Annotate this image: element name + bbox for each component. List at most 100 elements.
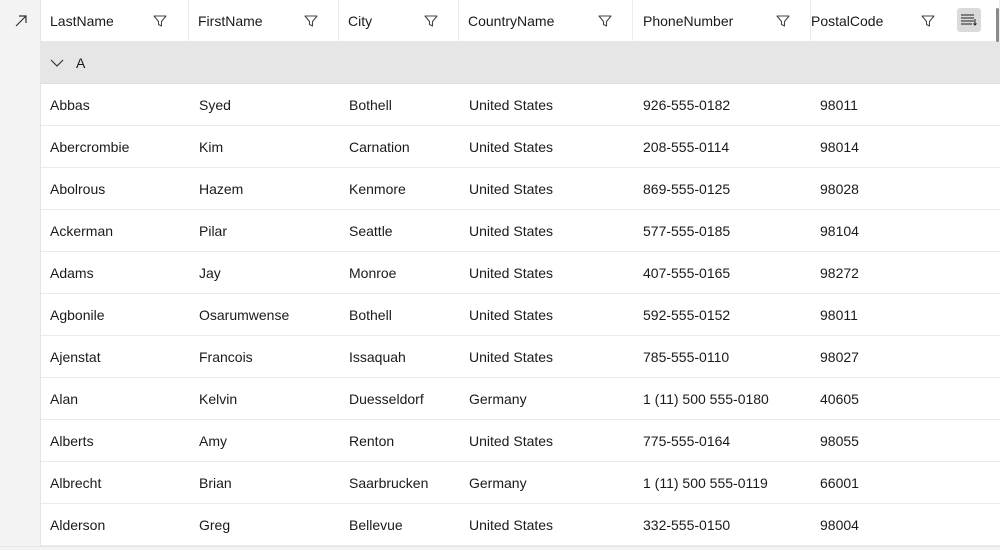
column-header-countryname[interactable]: CountryName (459, 0, 633, 42)
cell-city: Bellevue (349, 517, 403, 533)
cell-phonenumber: 332-555-0150 (643, 517, 731, 533)
cell-lastname: Albrecht (50, 475, 102, 491)
vertical-scrollbar-thumb[interactable] (996, 8, 999, 42)
cell-city: Renton (349, 433, 395, 449)
cell-countryname: United States (469, 223, 554, 239)
column-header-label: FirstName (198, 13, 263, 29)
cell-city: Bothell (349, 97, 392, 113)
table-row[interactable]: Alan Kelvin Duesseldorf Germany 1 (11) 500 5… (41, 378, 1000, 420)
funnel-icon[interactable] (597, 13, 613, 29)
table-row[interactable]: Alderson Greg Bellevue United States 332-555… (41, 504, 1000, 546)
cell-lastname: Alan (50, 391, 79, 407)
cell-lastname: Ackerman (50, 223, 114, 239)
cell-lastname: Abercrombie (50, 139, 130, 155)
funnel-icon[interactable] (303, 13, 319, 29)
cell-phonenumber: 869-555-0125 (643, 181, 731, 197)
cell-phonenumber: 926-555-0182 (643, 97, 731, 113)
cell-lastname: Alberts (50, 433, 94, 449)
funnel-icon[interactable] (423, 13, 439, 29)
cell-city: Monroe (349, 265, 397, 281)
cell-firstname: Kim (199, 139, 224, 155)
cell-countryname: United States (469, 517, 554, 533)
column-header-phonenumber[interactable]: PhoneNumber (633, 0, 811, 42)
cell-firstname: Syed (199, 97, 231, 113)
table-row[interactable]: Adams Jay Monroe United States 407-555-0165 9… (41, 252, 1000, 294)
table-row[interactable]: Ajenstat Francois Issaquah United States 785… (41, 336, 1000, 378)
cell-city: Carnation (349, 139, 410, 155)
cell-city: Seattle (349, 223, 393, 239)
cell-countryname: United States (469, 139, 554, 155)
column-header-lastname[interactable]: LastName (41, 0, 189, 42)
column-header-label: LastName (50, 13, 114, 29)
cell-countryname: United States (469, 181, 554, 197)
cell-postalcode: 98104 (820, 223, 859, 239)
cell-firstname: Greg (199, 517, 231, 533)
cell-countryname: Germany (469, 475, 527, 491)
cell-countryname: United States (469, 307, 554, 323)
cell-phonenumber: 592-555-0152 (643, 307, 731, 323)
expand-arrow-icon (15, 15, 27, 27)
expand-all-button[interactable] (0, 0, 41, 42)
cell-firstname: Osarumwense (199, 307, 290, 323)
table-row[interactable]: Ackerman Pilar Seattle United States 577-555… (41, 210, 1000, 252)
cell-city: Issaquah (349, 349, 406, 365)
cell-postalcode: 98272 (820, 265, 859, 281)
data-grid: LastName FirstName City CountryName Phon… (0, 0, 1000, 550)
cell-firstname: Brian (199, 475, 232, 491)
cell-phonenumber: 775-555-0164 (643, 433, 731, 449)
cell-lastname: Alderson (50, 517, 106, 533)
cell-lastname: Adams (50, 265, 94, 281)
cell-postalcode: 66001 (820, 475, 859, 491)
funnel-icon[interactable] (920, 13, 936, 29)
cell-phonenumber: 208-555-0114 (643, 139, 730, 155)
cell-firstname: Francois (199, 349, 253, 365)
cell-postalcode: 98004 (820, 517, 859, 533)
cell-lastname: Agbonile (50, 307, 105, 323)
table-row[interactable]: Abercrombie Kim Carnation United States 208-… (41, 126, 1000, 168)
cell-firstname: Hazem (199, 181, 244, 197)
group-label: A (76, 55, 86, 71)
column-header-firstname[interactable]: FirstName (189, 0, 339, 42)
cell-phonenumber: 785-555-0110 (643, 349, 730, 365)
cell-firstname: Pilar (199, 223, 228, 239)
grid-bottom-border (0, 546, 1000, 550)
cell-postalcode: 98027 (820, 349, 859, 365)
chevron-down-icon[interactable] (50, 56, 64, 70)
cell-phonenumber: 1 (11) 500 555-0180 (643, 391, 769, 407)
column-header-label: PhoneNumber (643, 13, 734, 29)
cell-city: Kenmore (349, 181, 406, 197)
cell-lastname: Ajenstat (50, 349, 101, 365)
data-rows: Abbas Syed Bothell United States 926-555-018… (41, 84, 1000, 546)
cell-phonenumber: 1 (11) 500 555-0119 (643, 475, 768, 491)
cell-countryname: United States (469, 433, 554, 449)
group-row[interactable]: A (41, 42, 1000, 84)
column-chooser-button[interactable] (957, 8, 981, 32)
table-row[interactable]: Alberts Amy Renton United States 775-555-016… (41, 420, 1000, 462)
cell-lastname: Abolrous (50, 181, 106, 197)
cell-firstname: Amy (199, 433, 227, 449)
column-header-row: LastName FirstName City CountryName Phon… (41, 0, 1000, 42)
table-row[interactable]: Abbas Syed Bothell United States 926-555-018… (41, 84, 1000, 126)
column-header-city[interactable]: City (339, 0, 459, 42)
table-row[interactable]: Albrecht Brian Saarbrucken Germany 1 (11) 50… (41, 462, 1000, 504)
funnel-icon[interactable] (775, 13, 791, 29)
cell-postalcode: 98011 (820, 97, 858, 113)
cell-city: Bothell (349, 307, 392, 323)
cell-postalcode: 98014 (820, 139, 859, 155)
cell-postalcode: 98011 (820, 307, 858, 323)
cell-firstname: Kelvin (199, 391, 238, 407)
cell-city: Duesseldorf (349, 391, 424, 407)
funnel-icon[interactable] (152, 13, 168, 29)
cell-countryname: United States (469, 265, 554, 281)
column-chooser-icon (961, 14, 977, 26)
cell-phonenumber: 407-555-0165 (643, 265, 731, 281)
cell-firstname: Jay (199, 265, 221, 281)
cell-postalcode: 98028 (820, 181, 859, 197)
column-header-label: CountryName (468, 13, 555, 29)
column-header-label: City (348, 13, 373, 29)
table-row[interactable]: Agbonile Osarumwense Bothell United States 5… (41, 294, 1000, 336)
indent-column (0, 0, 41, 548)
table-row[interactable]: Abolrous Hazem Kenmore United States 869-555… (41, 168, 1000, 210)
cell-phonenumber: 577-555-0185 (643, 223, 731, 239)
column-header-label: PostalCode (811, 13, 884, 29)
